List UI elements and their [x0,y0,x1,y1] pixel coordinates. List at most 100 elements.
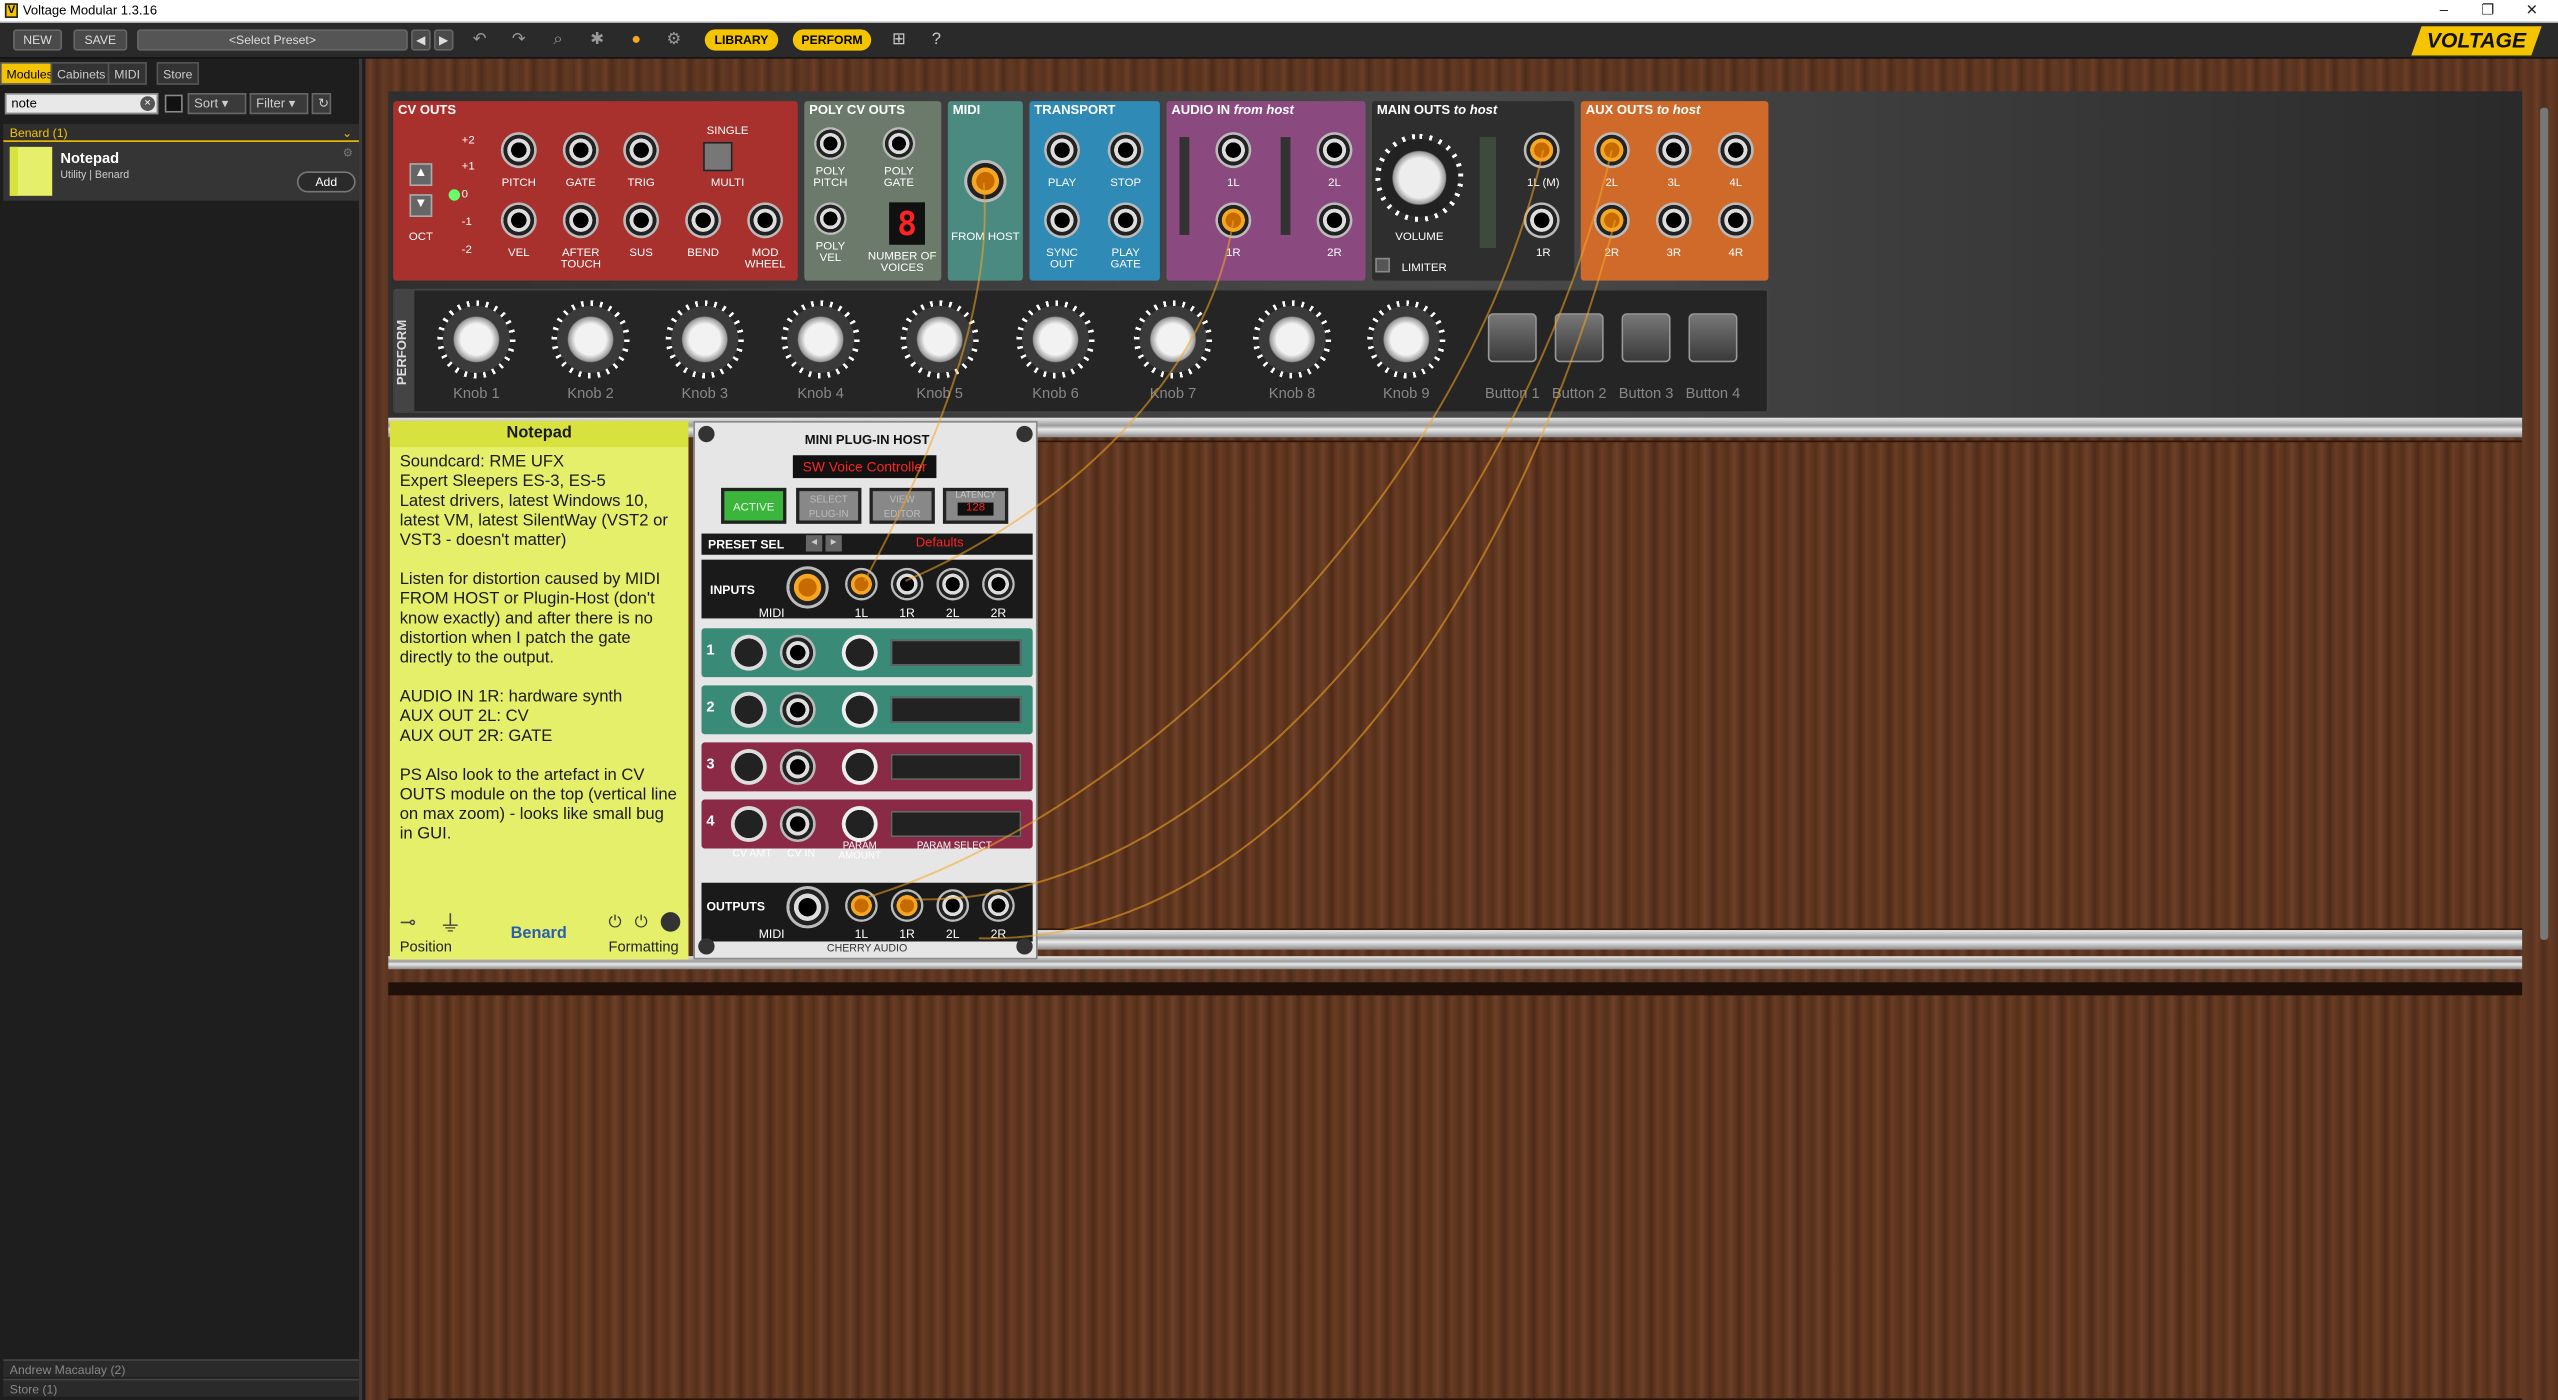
sort-dropdown[interactable]: Sort ▾ [187,93,247,115]
minimize-button[interactable]: – [2431,2,2457,18]
aux-out-4l-jack[interactable] [1717,132,1754,169]
perform-knob-7[interactable] [1133,300,1213,379]
restore-button[interactable]: ❐ [2475,2,2501,20]
aux-out-2r-jack[interactable] [1593,202,1630,239]
perform-knob-8[interactable] [1252,300,1332,379]
audio-in-1l-jack[interactable] [1215,132,1252,169]
mode-switch[interactable] [703,141,733,172]
perform-knob-4[interactable] [781,300,860,379]
octave-up-button[interactable]: ▲ [409,163,433,187]
position-toggle-icon[interactable]: ⊸ [400,910,416,933]
audio-in-1r-jack[interactable] [1215,202,1252,239]
octave-down-button[interactable]: ▼ [409,194,433,218]
bend-jack[interactable] [685,202,722,239]
in-2l-jack[interactable] [936,567,970,601]
midi-out-jack[interactable] [786,886,829,929]
aux-out-4r-jack[interactable] [1717,202,1754,239]
preset-prev-button[interactable]: ◂ [805,535,823,552]
preset-selector[interactable]: <Select Preset> [137,29,408,51]
out-1l-jack[interactable] [845,889,878,922]
tab-store[interactable]: Store [156,62,199,85]
preset-next-button[interactable]: ▸ [825,535,842,552]
param-amount-knob[interactable] [841,806,878,842]
filter-dropdown[interactable]: Filter ▾ [249,93,309,115]
midi-in-jack[interactable] [786,566,829,609]
undo-icon[interactable]: ↶ [470,31,490,51]
cv-amt-knob[interactable] [730,748,767,785]
modwheel-jack[interactable] [747,202,784,239]
out-2l-jack[interactable] [936,889,970,922]
redo-icon[interactable]: ↷ [509,31,529,51]
formatting-toggle-icon[interactable]: ⏻ [635,914,648,932]
poly-gate-jack[interactable] [882,127,916,160]
refresh-icon[interactable]: ↻ [311,93,332,115]
cv-amt-knob[interactable] [730,691,767,728]
gear-icon[interactable]: ⚙ [343,147,353,159]
cable-icon[interactable]: ✱ [587,31,607,51]
poly-vel-jack[interactable] [814,202,847,235]
out-2r-jack[interactable] [982,889,1015,922]
pitch-jack[interactable] [500,132,537,169]
preset-prev-button[interactable]: ◀ [411,29,431,51]
param-amount-knob[interactable] [841,691,878,728]
cv-amt-knob[interactable] [730,806,767,842]
cv-in-jack[interactable] [779,806,816,842]
param-select-display[interactable] [890,810,1022,838]
in-2r-jack[interactable] [982,567,1015,601]
aftertouch-jack[interactable] [562,202,599,239]
aux-out-3l-jack[interactable] [1655,132,1692,169]
main-out-1l-jack[interactable] [1523,132,1560,169]
voices-display[interactable]: 8 [889,202,926,245]
keyboard-icon[interactable]: ⊞ [889,31,909,51]
help-icon[interactable]: ? [927,31,947,51]
param-select-display[interactable] [890,753,1022,780]
group-footer-andrew[interactable]: Andrew Macaulay (2) [3,1359,359,1378]
param-amount-knob[interactable] [841,634,878,671]
sus-jack[interactable] [623,202,660,239]
color-filter-icon[interactable] [164,94,183,113]
perform-knob-9[interactable] [1367,300,1446,379]
preset-name-display[interactable]: Defaults [852,535,1028,553]
trig-jack[interactable] [623,132,660,169]
param-select-display[interactable] [890,696,1022,723]
stop-jack[interactable] [1107,132,1144,169]
perform-button-1[interactable] [1487,313,1537,363]
in-1l-jack[interactable] [845,567,878,601]
notepad-text[interactable]: Soundcard: RME UFX Expert Sleepers ES-3,… [390,447,689,852]
vel-jack[interactable] [500,202,537,239]
vertical-scrollbar[interactable] [2540,107,2549,940]
select-plugin-button[interactable]: SELECT PLUG-IN [796,487,862,524]
sync-out-jack[interactable] [1044,202,1080,239]
perform-knob-5[interactable] [900,300,979,379]
new-button[interactable]: NEW [13,29,62,51]
out-1r-jack[interactable] [890,889,924,922]
play-jack[interactable] [1044,132,1080,169]
cable-color-icon[interactable]: ● [626,31,646,51]
perform-button-2[interactable] [1554,313,1604,363]
group-footer-store[interactable]: Store (1) [3,1378,359,1397]
perform-knob-2[interactable] [551,300,630,379]
preset-next-button[interactable]: ▶ [433,29,454,51]
in-1r-jack[interactable] [890,567,924,601]
perform-knob-6[interactable] [1016,300,1095,379]
cv-amt-knob[interactable] [730,634,767,671]
cv-in-jack[interactable] [779,691,816,728]
cv-in-jack[interactable] [779,634,816,671]
close-button[interactable]: ✕ [2519,2,2545,20]
midi-from-host-jack[interactable] [964,159,1007,203]
position-toggle-icon[interactable]: ⏚ [439,907,462,940]
clear-search-icon[interactable]: × [140,96,155,111]
volume-knob[interactable] [1375,133,1464,222]
audio-in-2r-jack[interactable] [1316,202,1353,239]
settings-icon[interactable]: ⚙ [664,31,684,51]
formatting-toggle-icon[interactable]: ⏻ [609,914,622,932]
view-editor-button[interactable]: VIEW EDITOR [869,487,935,524]
gate-jack[interactable] [562,132,599,169]
limiter-checkbox[interactable] [1375,257,1390,273]
latency-control[interactable]: LATENCY 128 [942,487,1009,524]
cv-in-jack[interactable] [779,748,816,785]
audio-in-2l-jack[interactable] [1316,132,1353,169]
zoom-icon[interactable]: ⌕ [548,31,568,51]
save-button[interactable]: SAVE [73,29,128,51]
poly-pitch-jack[interactable] [814,127,847,160]
